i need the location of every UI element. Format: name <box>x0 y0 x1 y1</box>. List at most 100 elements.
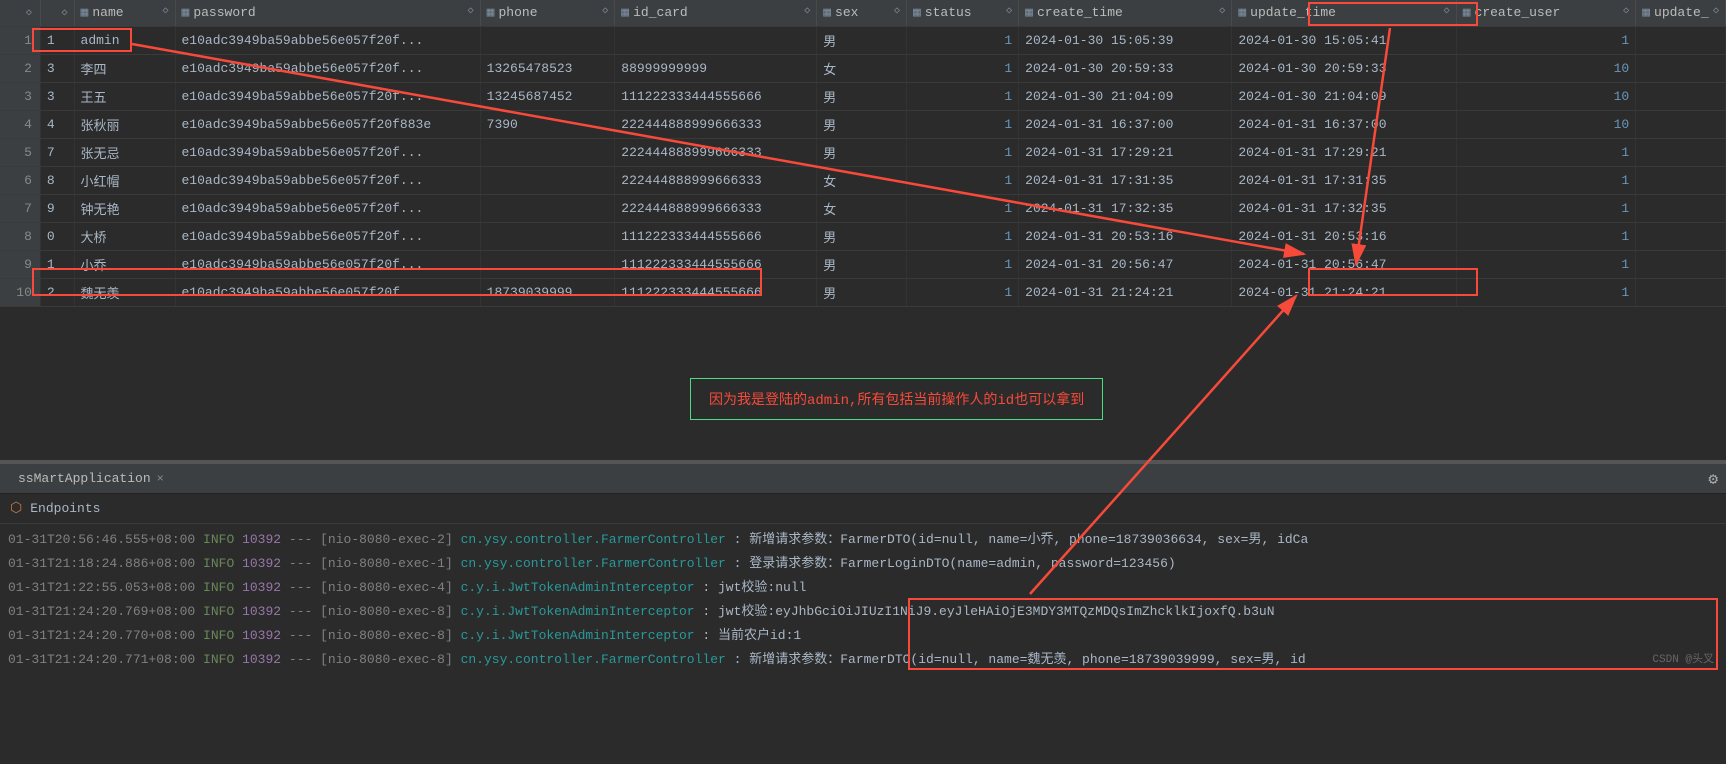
table-row[interactable]: 23李四e10adc3949ba59abbe56e057f20f...13265… <box>0 54 1726 82</box>
cell[interactable]: 1 <box>906 222 1018 250</box>
endpoints-bar[interactable]: ⬡ Endpoints <box>0 494 1726 524</box>
cell[interactable]: 张秋丽 <box>74 110 175 138</box>
cell[interactable]: e10adc3949ba59abbe56e057f20f... <box>175 26 480 54</box>
column-header-create_user[interactable]: ▦create_user◇ <box>1456 0 1636 26</box>
cell[interactable] <box>1636 278 1726 306</box>
cell[interactable]: e10adc3949ba59abbe56e057f20f... <box>175 222 480 250</box>
cell[interactable]: 1 <box>906 54 1018 82</box>
rownum-header[interactable]: ◇ <box>0 0 40 26</box>
cell[interactable]: 2024-01-31 16:37:00 <box>1232 110 1456 138</box>
cell[interactable]: 女 <box>817 166 907 194</box>
cell[interactable]: 222444888999666333 <box>615 138 817 166</box>
cell[interactable]: 6 <box>0 166 40 194</box>
cell[interactable] <box>1636 166 1726 194</box>
cell[interactable]: 1 <box>906 278 1018 306</box>
cell[interactable] <box>615 26 817 54</box>
cell[interactable]: 2024-01-31 17:29:21 <box>1232 138 1456 166</box>
cell[interactable]: 1 <box>1456 278 1636 306</box>
cell[interactable]: 男 <box>817 82 907 110</box>
table-row[interactable]: 57张无忌e10adc3949ba59abbe56e057f20f...2224… <box>0 138 1726 166</box>
table-row[interactable]: 33王五e10adc3949ba59abbe56e057f20f...13245… <box>0 82 1726 110</box>
cell[interactable]: 2024-01-30 20:59:33 <box>1019 54 1232 82</box>
cell[interactable]: 李四 <box>74 54 175 82</box>
cell[interactable]: 2024-01-31 21:24:21 <box>1019 278 1232 306</box>
cell[interactable]: 1 <box>906 26 1018 54</box>
cell[interactable]: 10 <box>1456 82 1636 110</box>
cell[interactable]: 2024-01-30 21:04:09 <box>1019 82 1232 110</box>
cell[interactable]: e10adc3949ba59abbe56e057f20f... <box>175 82 480 110</box>
cell[interactable]: 111222333444555666 <box>615 222 817 250</box>
table-row[interactable]: 44张秋丽e10adc3949ba59abbe56e057f20f883e739… <box>0 110 1726 138</box>
column-header-update_[interactable]: ▦update_◇ <box>1636 0 1726 26</box>
cell[interactable]: 222444888999666333 <box>615 194 817 222</box>
column-header-name[interactable]: ▦name◇ <box>74 0 175 26</box>
cell[interactable]: 1 <box>1456 166 1636 194</box>
cell[interactable]: 8 <box>0 222 40 250</box>
cell[interactable]: 2024-01-30 21:04:09 <box>1232 82 1456 110</box>
cell[interactable] <box>1636 110 1726 138</box>
cell[interactable]: 2024-01-31 20:53:16 <box>1232 222 1456 250</box>
cell[interactable]: 1 <box>906 194 1018 222</box>
cell[interactable]: 男 <box>817 26 907 54</box>
cell[interactable]: 10 <box>1456 110 1636 138</box>
cell[interactable]: 1 <box>1456 222 1636 250</box>
cell[interactable]: 2024-01-30 15:05:39 <box>1019 26 1232 54</box>
cell[interactable] <box>1636 222 1726 250</box>
cell[interactable]: 小红帽 <box>74 166 175 194</box>
cell[interactable]: 2024-01-31 17:29:21 <box>1019 138 1232 166</box>
cell[interactable] <box>1636 138 1726 166</box>
cell[interactable]: e10adc3949ba59abbe56e057f20f... <box>175 54 480 82</box>
column-header-status[interactable]: ▦status◇ <box>906 0 1018 26</box>
cell[interactable]: e10adc3949ba59abbe56e057f20f883e <box>175 110 480 138</box>
cell[interactable]: e10adc3949ba59abbe56e057f20f... <box>175 138 480 166</box>
gear-icon[interactable]: ⚙ <box>1708 469 1718 489</box>
cell[interactable]: 7 <box>0 194 40 222</box>
cell[interactable]: 2024-01-31 20:56:47 <box>1019 250 1232 278</box>
cell[interactable]: 222444888999666333 <box>615 110 817 138</box>
cell[interactable]: 2 <box>0 54 40 82</box>
cell[interactable]: 0 <box>40 222 74 250</box>
cell[interactable]: 10 <box>1456 54 1636 82</box>
cell[interactable]: 男 <box>817 250 907 278</box>
cell[interactable] <box>480 26 615 54</box>
cell[interactable]: 女 <box>817 54 907 82</box>
cell[interactable]: 2024-01-31 20:53:16 <box>1019 222 1232 250</box>
cell[interactable]: 2024-01-31 17:32:35 <box>1019 194 1232 222</box>
cell[interactable]: 1 <box>1456 138 1636 166</box>
cell[interactable] <box>1636 26 1726 54</box>
cell[interactable]: 3 <box>40 82 74 110</box>
cell[interactable]: 3 <box>40 54 74 82</box>
table-row[interactable]: 68小红帽e10adc3949ba59abbe56e057f20f...2224… <box>0 166 1726 194</box>
cell[interactable]: 1 <box>906 138 1018 166</box>
cell[interactable]: 3 <box>0 82 40 110</box>
cell[interactable]: 大桥 <box>74 222 175 250</box>
cell[interactable]: 1 <box>1456 26 1636 54</box>
cell[interactable]: e10adc3949ba59abbe56e057f20f... <box>175 166 480 194</box>
cell[interactable]: 1 <box>906 250 1018 278</box>
cell[interactable] <box>480 194 615 222</box>
cell[interactable] <box>480 138 615 166</box>
cell[interactable]: 9 <box>40 194 74 222</box>
cell[interactable]: 4 <box>0 110 40 138</box>
column-header-id[interactable]: ◇ <box>40 0 74 26</box>
cell[interactable]: 111222333444555666 <box>615 82 817 110</box>
cell[interactable]: 2024-01-30 15:05:41 <box>1232 26 1456 54</box>
cell[interactable]: 1 <box>906 110 1018 138</box>
column-header-phone[interactable]: ▦phone◇ <box>480 0 615 26</box>
cell[interactable] <box>480 166 615 194</box>
cell[interactable]: 4 <box>40 110 74 138</box>
column-header-create_time[interactable]: ▦create_time◇ <box>1019 0 1232 26</box>
cell[interactable]: 2024-01-30 20:59:33 <box>1232 54 1456 82</box>
cell[interactable]: 2024-01-31 17:32:35 <box>1232 194 1456 222</box>
run-tab[interactable]: ssMartApplication × <box>8 467 174 490</box>
cell[interactable] <box>1636 250 1726 278</box>
cell[interactable]: 钟无艳 <box>74 194 175 222</box>
cell[interactable]: 1 <box>906 82 1018 110</box>
cell[interactable]: 张无忌 <box>74 138 175 166</box>
column-header-password[interactable]: ▦password◇ <box>175 0 480 26</box>
cell[interactable] <box>1636 194 1726 222</box>
cell[interactable]: 男 <box>817 110 907 138</box>
cell[interactable]: 男 <box>817 278 907 306</box>
close-icon[interactable]: × <box>157 472 164 486</box>
table-row[interactable]: 79钟无艳e10adc3949ba59abbe56e057f20f...2224… <box>0 194 1726 222</box>
